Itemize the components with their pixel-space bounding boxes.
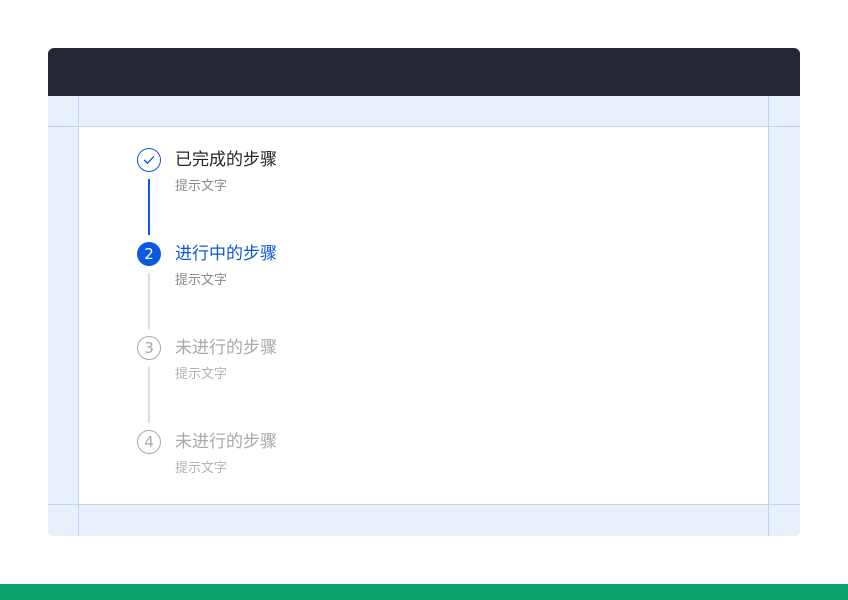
steps-preview-card: 已完成的步骤 提示文字 2 进行中的步骤 提示文字 3 未进行的步骤 提示文字 … xyxy=(48,48,800,536)
step-1-description: 提示文字 xyxy=(175,179,228,194)
step-1-status xyxy=(137,148,161,172)
step-completed[interactable]: 已完成的步骤 提示文字 xyxy=(136,147,436,241)
step-3-description: 提示文字 xyxy=(175,367,228,382)
step-3-number: 3 xyxy=(137,336,161,360)
step-4-description: 提示文字 xyxy=(175,461,228,476)
step-2-number: 2 xyxy=(137,242,161,266)
check-icon xyxy=(143,156,155,164)
guide-line-right xyxy=(768,96,769,536)
steps-content-area: 已完成的步骤 提示文字 2 进行中的步骤 提示文字 3 未进行的步骤 提示文字 … xyxy=(79,127,768,504)
step-1-connector xyxy=(148,179,150,235)
step-pending[interactable]: 3 未进行的步骤 提示文字 xyxy=(136,335,436,429)
step-active[interactable]: 2 进行中的步骤 提示文字 xyxy=(136,241,436,335)
card-header-bar xyxy=(48,48,800,96)
step-4-title: 未进行的步骤 xyxy=(175,432,277,452)
step-pending-last[interactable]: 4 未进行的步骤 提示文字 xyxy=(136,429,436,523)
step-3-connector xyxy=(148,367,150,423)
bottom-accent-bar xyxy=(0,584,848,600)
step-1-title: 已完成的步骤 xyxy=(175,150,277,170)
step-3-title: 未进行的步骤 xyxy=(175,338,277,358)
step-2-description: 提示文字 xyxy=(175,273,228,288)
step-4-number: 4 xyxy=(137,430,161,454)
step-2-title: 进行中的步骤 xyxy=(175,244,277,264)
step-2-connector xyxy=(148,273,150,329)
